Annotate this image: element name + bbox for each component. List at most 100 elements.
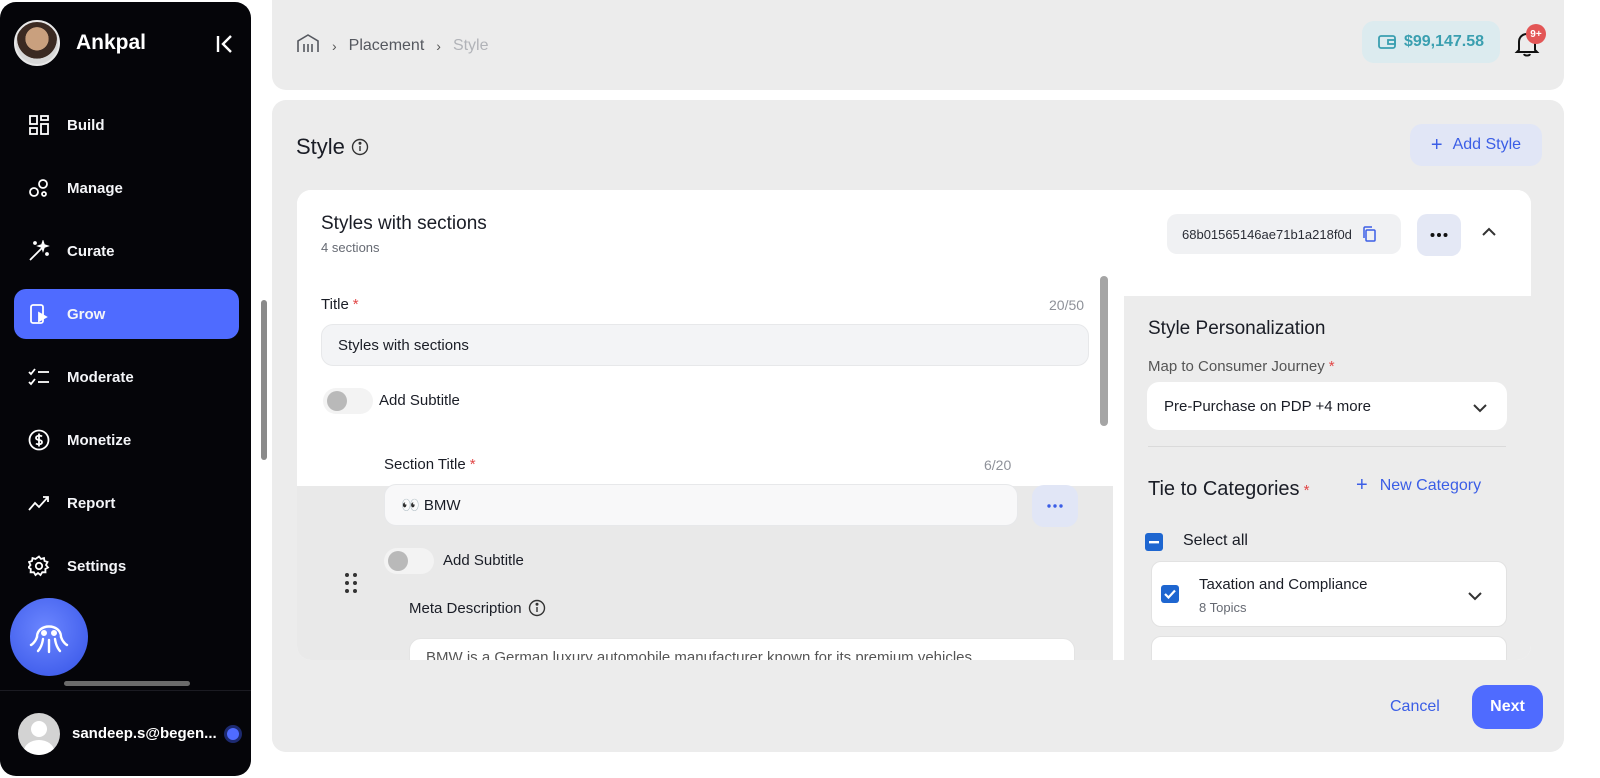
octopus-icon (29, 625, 69, 654)
gear-icon (28, 555, 50, 577)
section-add-subtitle-toggle[interactable] (384, 548, 434, 574)
category-topic-count: 8 Topics (1199, 600, 1247, 615)
sidebar-item-settings[interactable]: Settings (14, 541, 239, 591)
sidebar-item-label: Report (67, 494, 116, 512)
select-all-checkbox[interactable] (1145, 533, 1163, 551)
sidebar-item-build[interactable]: Build (14, 100, 239, 150)
category-title: Taxation and Compliance (1199, 576, 1368, 593)
breadcrumb-separator: › (436, 37, 441, 54)
user-profile[interactable]: sandeep.s@begen... (0, 690, 251, 776)
breadcrumb: › Placement › Style (296, 33, 489, 58)
sidebar-item-label: Grow (67, 305, 106, 323)
section-title-counter: 6/20 (984, 457, 1012, 473)
magic-wand-icon (28, 240, 50, 262)
notification-badge: 9+ (1526, 24, 1546, 44)
checklist-icon (28, 366, 50, 388)
avatar (18, 712, 60, 755)
sidebar-item-curate[interactable]: Curate (14, 226, 239, 276)
section-title-label: Section Title * (384, 456, 476, 473)
cancel-button[interactable]: Cancel (1390, 698, 1440, 716)
add-subtitle-toggle[interactable] (323, 388, 373, 414)
sidebar-nav: Build Manage Curate Grow Moderate Moneti… (14, 100, 239, 604)
title-counter: 20/50 (1049, 297, 1085, 313)
chevron-down-icon[interactable] (1468, 588, 1482, 606)
journey-value: Pre-Purchase on PDP +4 more (1164, 397, 1371, 415)
wallet-balance[interactable]: $99,147.58 (1362, 21, 1500, 63)
copy-icon[interactable] (1362, 226, 1376, 242)
user-email: sandeep.s@begen... (72, 725, 217, 742)
title-input[interactable]: Styles with sections (321, 324, 1089, 366)
manage-icon (28, 177, 50, 199)
plus-icon: + (1430, 133, 1443, 156)
sidebar-item-label: Settings (67, 557, 127, 575)
section-options-button[interactable] (1032, 485, 1078, 527)
sidebar-item-label: Moderate (67, 368, 134, 386)
brand-name: Ankpal (76, 31, 147, 54)
add-style-button[interactable]: + Add Style (1410, 124, 1542, 166)
new-category-button[interactable]: + New Category (1356, 474, 1481, 497)
journey-select[interactable]: Pre-Purchase on PDP +4 more (1147, 382, 1507, 430)
wallet-icon (1378, 35, 1396, 49)
categories-label: Tie to Categories * (1148, 478, 1310, 500)
brand-avatar (14, 20, 60, 66)
sidebar-item-label: Manage (67, 179, 123, 197)
wallet-amount: $99,147.58 (1403, 33, 1485, 50)
info-icon[interactable] (528, 599, 546, 617)
sidebar-item-label: Build (67, 116, 105, 134)
select-all-label: Select all (1183, 532, 1248, 549)
next-button[interactable]: Next (1472, 685, 1543, 729)
divider (1148, 446, 1506, 447)
add-style-label: Add Style (1452, 136, 1522, 153)
more-horizontal-icon (1430, 233, 1448, 237)
dollar-icon (28, 429, 50, 451)
breadcrumb-separator: › (332, 37, 337, 54)
breadcrumb-placement[interactable]: Placement (349, 37, 425, 55)
category-checkbox[interactable] (1161, 585, 1179, 603)
category-item[interactable] (1151, 636, 1507, 660)
sidebar-item-grow[interactable]: Grow (14, 289, 239, 339)
page-title-text: Style (296, 134, 345, 159)
add-subtitle-label: Add Subtitle (379, 392, 460, 409)
drag-handle-icon[interactable] (344, 572, 358, 599)
style-form-top (297, 276, 1113, 486)
sidebar: Ankpal Build Manage Curate Grow Moderate… (0, 2, 251, 776)
grid-icon (28, 114, 50, 136)
more-options-button[interactable] (1417, 214, 1461, 256)
brand: Ankpal (14, 20, 146, 66)
new-category-label: New Category (1379, 476, 1482, 494)
status-indicator (226, 727, 239, 740)
assistant-octopus-button[interactable] (10, 598, 88, 676)
form-scrollbar[interactable] (1100, 276, 1108, 426)
style-personalization: Style Personalization Map to Consumer Jo… (1124, 276, 1531, 660)
section-title-input[interactable]: 👀 BMW (384, 484, 1018, 526)
category-item[interactable]: Taxation and Compliance 8 Topics (1151, 561, 1507, 627)
sidebar-item-monetize[interactable]: Monetize (14, 415, 239, 465)
check-icon (1164, 589, 1176, 599)
chevron-down-icon (1473, 400, 1487, 417)
home-icon[interactable] (296, 33, 320, 58)
style-card-title: Styles with sections (321, 213, 487, 234)
journey-label: Map to Consumer Journey * (1148, 358, 1335, 375)
chevron-up-icon[interactable] (1481, 224, 1497, 242)
sidebar-item-label: Monetize (67, 431, 132, 449)
personalization-top (1124, 276, 1531, 296)
page-title: Style (296, 134, 369, 160)
trend-icon (28, 492, 50, 514)
minus-icon (1149, 540, 1159, 543)
style-card: Styles with sections 4 sections 68b01565… (297, 190, 1531, 660)
info-icon[interactable] (351, 138, 369, 156)
sidebar-item-moderate[interactable]: Moderate (14, 352, 239, 402)
collapse-sidebar-icon[interactable] (215, 34, 235, 54)
style-id: 68b01565146ae71b1a218f0d (1182, 226, 1352, 242)
style-card-subtitle: 4 sections (321, 240, 380, 255)
meta-description-input[interactable]: BMW is a German luxury automobile manufa… (409, 638, 1075, 660)
title-label: Title * (321, 296, 359, 313)
sidebar-item-manage[interactable]: Manage (14, 163, 239, 213)
personalization-title: Style Personalization (1148, 318, 1326, 339)
grow-icon (28, 303, 50, 325)
sidebar-item-report[interactable]: Report (14, 478, 239, 528)
plus-icon: + (1356, 474, 1368, 496)
sidebar-scrollbar[interactable] (261, 300, 267, 460)
style-id-pill[interactable]: 68b01565146ae71b1a218f0d (1167, 214, 1401, 254)
style-form: Title * 20/50 Styles with sections Add Su… (297, 276, 1113, 660)
